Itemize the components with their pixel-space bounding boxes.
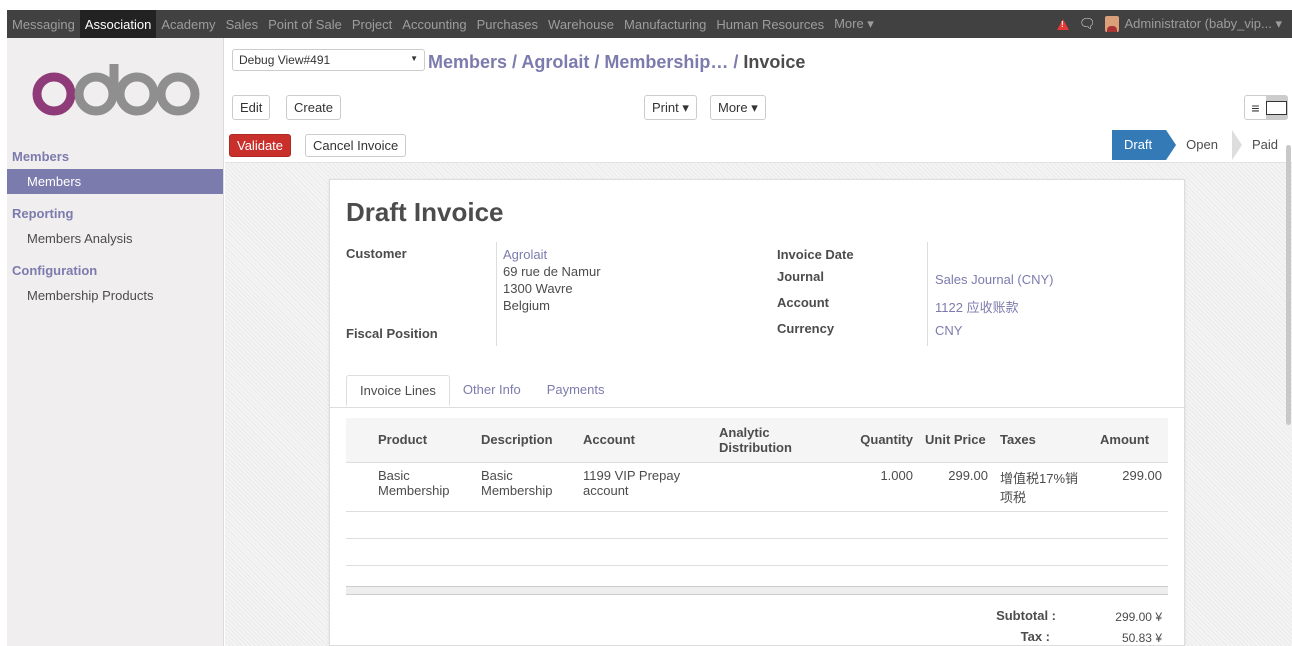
invoice-sheet: Draft Invoice Customer Agrolait 69 rue d… [329, 179, 1186, 646]
cancel-invoice-button[interactable]: Cancel Invoice [305, 134, 407, 157]
top-menu-item-warehouse[interactable]: Warehouse [543, 10, 619, 38]
print-button[interactable]: Print ▾ [644, 95, 697, 120]
more-button[interactable]: More ▾ [710, 95, 766, 120]
caret-down-icon: ▼ [410, 54, 418, 63]
line-amount: 299.00 [1094, 462, 1168, 512]
avatar[interactable] [1105, 16, 1120, 32]
breadcrumb: Members / Agrolait / Membership… / Invoi… [428, 52, 805, 73]
top-menu-item-sales[interactable]: Sales [221, 10, 264, 38]
systray: 🗨 Administrator (baby_vip... ▾ [1049, 10, 1292, 38]
line-quantity: 1.000 [849, 462, 919, 512]
journal-label: Journal [777, 269, 824, 284]
tax-label: Tax : [1020, 629, 1050, 644]
invoice-title: Draft Invoice [346, 197, 504, 227]
column-analytic-distribution[interactable]: Analytic Distribution [713, 418, 849, 463]
breadcrumb-path[interactable]: Members / Agrolait / Membership… / [428, 52, 743, 72]
form-background: Draft Invoice Customer Agrolait 69 rue d… [225, 163, 1292, 646]
tab-divider [330, 407, 1186, 408]
column-account[interactable]: Account [577, 418, 713, 463]
line-taxes: 增值税17%销项税 [994, 462, 1094, 512]
customer-country: Belgium [503, 298, 550, 313]
top-menu-item-association[interactable]: Association [79, 10, 157, 38]
customer-address-line2: 1300 Wavre [503, 281, 573, 296]
list-view-icon[interactable]: ≡ [1245, 96, 1266, 119]
top-menu-item-purchases[interactable]: Purchases [472, 10, 543, 38]
control-panel: Debug View#491 ▼ Members / Agrolait / Me… [225, 38, 1292, 133]
odoo-logo [32, 64, 200, 116]
customer-link[interactable]: Agrolait [503, 247, 547, 262]
sidebar-section-members: Members [12, 149, 70, 164]
column-quantity[interactable]: Quantity [849, 418, 919, 463]
edit-button[interactable]: Edit [232, 95, 271, 120]
view-switcher: ≡ [1244, 95, 1288, 120]
currency-link[interactable]: CNY [935, 323, 962, 338]
column-unit-price[interactable]: Unit Price [919, 418, 994, 463]
sidebar-section-reporting: Reporting [12, 206, 74, 221]
empty-row [346, 538, 1168, 566]
table-footer [346, 586, 1168, 595]
subtotal-label: Subtotal : [996, 608, 1056, 623]
sidebar-item-members[interactable]: Members [7, 169, 223, 194]
top-menu-item-messaging[interactable]: Messaging [7, 10, 80, 38]
debug-view-select[interactable]: Debug View#491 ▼ [232, 49, 425, 71]
table-row[interactable]: Basic Membership Basic Membership 1199 V… [346, 462, 1168, 512]
account-label: Account [777, 295, 829, 310]
header-spacer [346, 418, 372, 463]
invoice-lines-table: Product Description Account Analytic Dis… [346, 418, 1168, 566]
tax-value: 50.83 ¥ [1121, 631, 1162, 645]
line-unit-price: 299.00 [919, 462, 994, 512]
line-account: 1199 VIP Prepay account [577, 462, 713, 512]
top-menu-item-project[interactable]: Project [347, 10, 397, 38]
top-menu-bar: Messaging Association Academy Sales Point of… [0, 0, 1292, 38]
scrollbar[interactable] [1286, 145, 1291, 425]
journal-link[interactable]: Sales Journal (CNY) [935, 272, 1054, 287]
fiscal-position-label: Fiscal Position [346, 326, 438, 341]
empty-row [346, 511, 1168, 539]
tab-payments[interactable]: Payments [534, 375, 618, 406]
customer-label: Customer [346, 246, 407, 261]
sidebar-item-membership-products[interactable]: Membership Products [7, 283, 223, 308]
debug-view-value: Debug View#491 [239, 53, 331, 67]
notebook-tabs: Invoice Lines Other Info Payments [346, 375, 618, 406]
subtotal-value: 299.00 ¥ [1115, 610, 1162, 624]
stage-draft[interactable]: Draft [1111, 130, 1177, 160]
top-menu-item-academy[interactable]: Academy [156, 10, 220, 38]
currency-label: Currency [777, 321, 835, 336]
chat-icon[interactable]: 🗨 [1079, 16, 1096, 32]
form-view-icon[interactable] [1266, 96, 1287, 119]
customer-address-line1: 69 rue de Namur [503, 264, 601, 279]
top-menu-item-accounting[interactable]: Accounting [397, 10, 471, 38]
top-menu-item-human-resources[interactable]: Human Resources [711, 10, 829, 38]
top-menu-item-point-of-sale[interactable]: Point of Sale [263, 10, 347, 38]
divider [496, 242, 497, 346]
tab-other-info[interactable]: Other Info [450, 375, 534, 406]
sidebar-section-configuration: Configuration [12, 263, 98, 278]
line-description: Basic Membership [475, 462, 577, 512]
account-link[interactable]: 1122 应收账款 [935, 297, 1019, 316]
divider [927, 242, 928, 346]
line-product: Basic Membership [372, 462, 475, 512]
top-menu-item-more[interactable]: More ▾ [829, 10, 879, 38]
column-product[interactable]: Product [372, 418, 475, 463]
top-menu: Messaging Association Academy Sales Point of… [7, 10, 1292, 38]
sidebar: Members Members Reporting Members Analys… [7, 38, 224, 646]
line-analytic [713, 462, 849, 512]
breadcrumb-current: Invoice [743, 52, 806, 72]
invoice-date-label: Invoice Date [777, 247, 854, 262]
sidebar-item-members-analysis[interactable]: Members Analysis [7, 226, 223, 251]
statusbar: Validate Cancel Invoice Draft Open Paid [225, 130, 1292, 163]
app-menu: Messaging Association Academy Sales Point of… [7, 10, 879, 38]
user-menu[interactable]: Administrator (baby_vip... ▾ [1124, 16, 1282, 32]
table-header-row: Product Description Account Analytic Dis… [346, 418, 1168, 463]
column-description[interactable]: Description [475, 418, 577, 463]
stage-paid[interactable]: Paid [1231, 130, 1292, 160]
stage-bar: Draft Open Paid [1111, 130, 1292, 160]
validate-button[interactable]: Validate [229, 134, 292, 157]
alert-icon[interactable] [1056, 18, 1069, 30]
column-taxes[interactable]: Taxes [994, 418, 1094, 463]
column-amount[interactable]: Amount [1094, 418, 1168, 463]
create-button[interactable]: Create [286, 95, 342, 120]
top-menu-item-manufacturing[interactable]: Manufacturing [619, 10, 711, 38]
tab-invoice-lines[interactable]: Invoice Lines [346, 375, 450, 406]
